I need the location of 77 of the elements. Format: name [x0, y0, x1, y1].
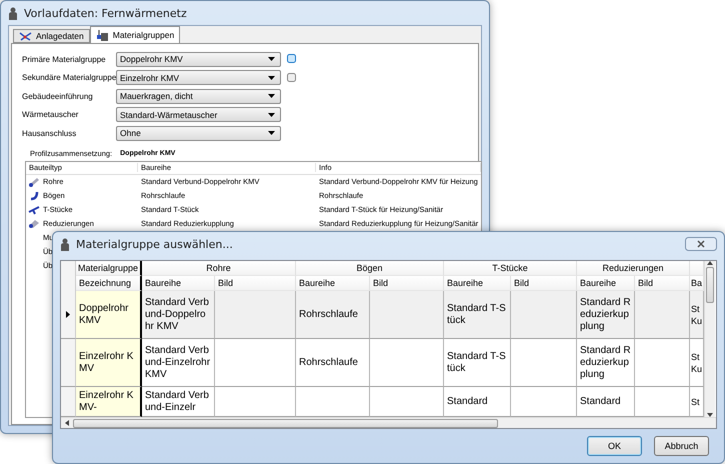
building-icon [96, 29, 109, 41]
field-label: Hausanschluss [22, 128, 78, 138]
dropdown-arrow-icon [268, 94, 275, 98]
scrollbar-thumb[interactable] [73, 418, 498, 428]
dropdown-arrow-icon [268, 76, 275, 80]
picker-icon[interactable] [287, 54, 296, 64]
column-header[interactable]: Ba [690, 276, 704, 291]
group-header: Bögen [296, 261, 444, 276]
window-title: Vorlaufdaten: Fernwärmenetz [24, 6, 187, 20]
column-header[interactable]: Baureihe [142, 276, 215, 291]
field-label: Primäre Materialgruppe [22, 54, 107, 64]
grid-cell [511, 387, 577, 417]
grid-cell [511, 291, 577, 339]
grid-cell: Standard [444, 387, 511, 417]
grid-cell: Standard Verbund-Doppelrohr KMV [142, 291, 215, 339]
grid-cell: Standard Reduzierkupplung [577, 339, 635, 387]
column-header[interactable]: Baureihe [444, 276, 511, 291]
grid-cell: Rohrschlaufe [296, 291, 370, 339]
scrollbar-thumb[interactable] [706, 267, 714, 303]
grid-cell: Einzelrohr KMV- [76, 387, 142, 417]
group-header: T-Stücke [444, 261, 577, 276]
dropdown-arrow-icon [268, 112, 275, 117]
grid-cell: Einzelrohr KMV [76, 339, 142, 387]
dropdown[interactable]: Ohne [116, 126, 281, 141]
dialog-title: Materialgruppe auswählen... [76, 238, 233, 250]
network-icon [19, 30, 32, 42]
dialog-button[interactable]: Abbruch [654, 436, 709, 456]
column-header[interactable]: Bild [635, 276, 690, 291]
grid-cell [511, 339, 577, 387]
scroll-up-icon[interactable] [707, 261, 713, 265]
row-pointer-icon [66, 311, 70, 318]
tab[interactable]: Materialgruppen [90, 26, 180, 43]
group-header: Materialgruppe [76, 261, 142, 276]
column-header[interactable]: Baureihe [577, 276, 635, 291]
dropdown[interactable]: Einzelrohr KMV [116, 70, 281, 86]
grid-cell: Standard [577, 387, 635, 417]
field-label: Wärmetauscher [22, 110, 80, 120]
pipe-bend-icon [28, 190, 40, 201]
window-icon [60, 238, 70, 250]
column-header[interactable]: Bild [215, 276, 296, 291]
pipe-icon [28, 176, 40, 186]
group-header: Reduzierungen [577, 261, 690, 276]
column-header[interactable]: Bild [511, 276, 577, 291]
dropdown[interactable]: Mauerkragen, dicht [116, 88, 281, 104]
grid-cell: Standard Reduzierkupplung [577, 291, 635, 339]
tee-fitting-icon [28, 204, 40, 214]
grid-cell [635, 291, 690, 339]
dialog-button[interactable]: OK [587, 436, 642, 456]
grid-cell: Doppelrohr KMV [76, 291, 142, 339]
field-label: Gebäudeeinführung [22, 92, 94, 101]
group-header: Rohre [142, 261, 296, 276]
reducer-icon [28, 218, 40, 228]
tab[interactable]: Anlagedaten [13, 29, 90, 43]
scroll-left-icon[interactable] [65, 420, 69, 426]
row-header[interactable] [61, 291, 76, 339]
column-header[interactable]: Bild [370, 276, 444, 291]
dropdown-arrow-icon [268, 131, 275, 136]
field-label: Sekundäre Materialgruppe [22, 73, 115, 82]
grid-cell: St Ku [690, 291, 704, 339]
grid-cell: Standard Verbund-Einzelrohr KMV [142, 339, 215, 387]
grid-cell [635, 387, 690, 417]
grid-cell: St [690, 387, 704, 417]
dropdown[interactable]: Doppelrohr KMV [116, 52, 281, 67]
column-header[interactable]: Baureihe [296, 276, 370, 291]
dropdown-arrow-icon [268, 57, 275, 62]
close-icon[interactable] [685, 237, 717, 251]
grid-cell: Standard Verbund-Einzelr [142, 387, 215, 417]
grid-cell: Standard T-Stück [444, 339, 511, 387]
picker-icon[interactable] [287, 72, 296, 83]
grid-cell [635, 339, 690, 387]
window-icon [8, 6, 18, 20]
dropdown[interactable]: Standard-Wärmetauscher [116, 107, 281, 122]
row-header[interactable] [61, 339, 76, 387]
grid-cell: St Ku [690, 339, 704, 387]
grid-cell: Standard T-Stück [444, 291, 511, 339]
grid-cell: Rohrschlaufe [296, 339, 370, 387]
column-header[interactable]: Bezeichnung [76, 276, 142, 291]
